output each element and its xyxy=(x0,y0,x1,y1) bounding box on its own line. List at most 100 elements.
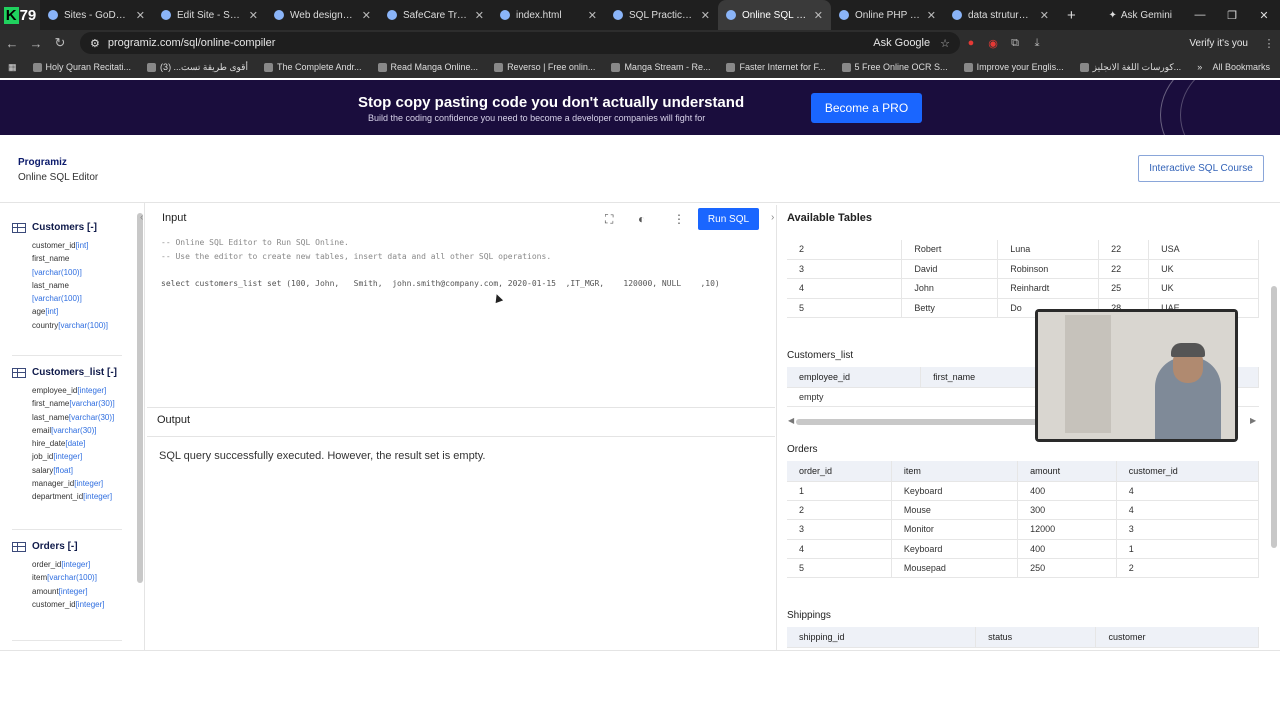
schema-field: first_name[varchar(30)] xyxy=(32,397,117,410)
table-icon xyxy=(12,367,26,378)
bookmark-item[interactable]: Read Manga Online... xyxy=(370,62,487,73)
field-name: manager_id xyxy=(32,479,75,489)
reload-icon[interactable]: ↻ xyxy=(48,35,72,51)
url-input[interactable]: ⚙ programiz.com/sql/online-compiler Ask … xyxy=(80,32,960,54)
programiz-logo[interactable]: Programiz xyxy=(18,157,67,168)
favicon-icon xyxy=(613,10,623,20)
extension-dot-icon[interactable]: ◉ xyxy=(982,37,1004,50)
code-comment-line[interactable]: -- Online SQL Editor to Run SQL Online. xyxy=(161,238,349,247)
browser-tab[interactable]: SafeCare Transpor ✕ xyxy=(379,0,492,30)
browser-tab[interactable]: Web designe agen ✕ xyxy=(266,0,379,30)
dark-mode-icon[interactable]: ◐ xyxy=(638,212,645,226)
schema-sidebar: Customers [-] customer_id[int] first_name[… xyxy=(0,203,145,650)
close-tab-icon[interactable]: ✕ xyxy=(475,9,484,22)
bookmark-label: Reverso | Free onlin... xyxy=(507,62,596,72)
scroll-right-icon[interactable]: ▶ xyxy=(1250,416,1256,425)
browser-tab[interactable]: Edit Site - SafeCar ✕ xyxy=(153,0,266,30)
extensions-puzzle-icon[interactable]: ⧉ xyxy=(1004,37,1026,50)
field-name: last_name xyxy=(32,412,69,422)
bookmark-item[interactable]: 5 Free Online OCR S... xyxy=(834,62,956,73)
close-tab-icon[interactable]: ✕ xyxy=(927,9,936,22)
schema-table-group: Customers_list [-] employee_id[integer] fi… xyxy=(12,367,117,504)
collapse-tables-icon[interactable]: › xyxy=(771,212,774,223)
close-tab-icon[interactable]: ✕ xyxy=(1040,9,1049,22)
all-bookmarks-link[interactable]: All Bookmarks xyxy=(1212,62,1280,72)
tab-label: Online SQL Editor xyxy=(742,9,808,21)
interactive-sql-course-button[interactable]: Interactive SQL Course xyxy=(1138,155,1264,182)
close-tab-icon[interactable]: ✕ xyxy=(362,9,371,22)
bookmark-label: كورسات اللغة الانجليز... xyxy=(1092,61,1182,72)
table-cell: Robinson xyxy=(997,259,1100,280)
bookmark-item[interactable]: أقوى طريقة تست... (3) xyxy=(139,62,256,73)
close-tab-icon[interactable]: ✕ xyxy=(701,9,710,22)
browser-tab[interactable]: Online SQL Editor ✕ xyxy=(718,0,831,30)
close-tab-icon[interactable]: ✕ xyxy=(588,9,597,22)
browser-tab[interactable]: data struture sql ✕ xyxy=(944,0,1057,30)
tables-scrollbar[interactable] xyxy=(1271,286,1277,548)
bookmarks-overflow-icon[interactable]: » xyxy=(1189,62,1210,72)
downloads-icon[interactable]: ⤓ xyxy=(1026,37,1048,50)
become-pro-button[interactable]: Become a PRO xyxy=(811,93,922,123)
scroll-left-icon[interactable]: ◀ xyxy=(788,416,794,425)
orders-title: Orders xyxy=(787,444,818,455)
site-info-icon[interactable]: ⚙ xyxy=(90,37,100,50)
field-type: [varchar(100)] xyxy=(58,320,109,330)
back-icon[interactable]: ← xyxy=(0,36,24,51)
bookmark-item[interactable]: كورسات اللغة الانجليز... xyxy=(1072,62,1190,73)
page-title: Online SQL Editor xyxy=(18,172,99,183)
close-tab-icon[interactable]: ✕ xyxy=(249,9,258,22)
schema-table-header[interactable]: Orders [-] xyxy=(12,541,104,552)
schema-table-header[interactable]: Customers [-] xyxy=(12,222,108,233)
code-line[interactable]: select customers_list set (100, John, Sm… xyxy=(161,279,720,288)
table-cell: 2 xyxy=(1116,558,1260,579)
apps-grid-icon[interactable]: ▦ xyxy=(0,62,25,73)
browser-tab[interactable]: index.html ✕ xyxy=(492,0,605,30)
schema-table-name: Orders [-] xyxy=(32,541,78,552)
ask-gemini-button[interactable]: ✦ Ask Gemini xyxy=(1096,10,1184,21)
sidebar-scrollbar[interactable] xyxy=(137,213,143,583)
bookmark-star-icon[interactable]: ☆ xyxy=(940,37,950,50)
field-type: [varchar(100)] xyxy=(32,267,82,277)
bookmark-label: 5 Free Online OCR S... xyxy=(854,62,948,72)
close-tab-icon[interactable]: ✕ xyxy=(814,9,823,22)
forward-icon[interactable]: → xyxy=(24,36,48,51)
minimize-icon[interactable]: — xyxy=(1184,9,1216,21)
code-comment-line[interactable]: -- Use the editor to create new tables, … xyxy=(161,252,551,261)
schema-table-header[interactable]: Customers_list [-] xyxy=(12,367,117,378)
restore-icon[interactable]: ❐ xyxy=(1216,9,1248,22)
bookmark-item[interactable]: Manga Stream - Re... xyxy=(603,62,718,73)
table-cell: Keyboard xyxy=(891,539,1019,560)
profile-verify-button[interactable]: Verify it's you xyxy=(1179,38,1258,49)
orders-table: order_id item amount customer_id 1 Keyboard 4… xyxy=(787,461,1260,579)
tab-label: SQL Practice Onlin xyxy=(629,9,695,21)
ask-google-button[interactable]: Ask Google xyxy=(873,37,930,49)
field-name: department_id xyxy=(32,492,84,502)
table-cell: 2 xyxy=(787,500,892,521)
sparkle-icon: ✦ xyxy=(1108,9,1117,21)
collapse-sidebar-icon[interactable]: ‹ xyxy=(140,212,143,223)
bookmark-item[interactable]: Improve your Englis... xyxy=(956,62,1072,73)
bookmark-item[interactable]: Holy Quran Recitati... xyxy=(25,62,140,73)
browser-tab[interactable]: Online PHP Comp ✕ xyxy=(831,0,944,30)
field-type: [integer] xyxy=(61,560,91,569)
bookmark-item[interactable]: Reverso | Free onlin... xyxy=(486,62,603,73)
browser-tab[interactable]: Sites - GoDaddy P ✕ xyxy=(40,0,153,30)
extension-record-icon[interactable]: ● xyxy=(960,37,982,49)
browser-tab[interactable]: SQL Practice Onlin ✕ xyxy=(605,0,718,30)
schema-field: [varchar(100)] xyxy=(32,266,108,279)
run-sql-button[interactable]: Run SQL xyxy=(698,208,759,230)
close-tab-icon[interactable]: ✕ xyxy=(136,9,145,22)
panel-divider[interactable] xyxy=(776,205,777,650)
overlay-badge: K 79 xyxy=(0,0,40,30)
field-name: amount xyxy=(32,586,59,596)
editor-menu-icon[interactable]: ⋮ xyxy=(673,212,685,226)
close-window-icon[interactable]: ✕ xyxy=(1248,9,1280,22)
menu-kebab-icon[interactable]: ⋮ xyxy=(1258,37,1280,50)
fullscreen-icon[interactable]: ⛶ xyxy=(605,212,613,227)
field-name: employee_id xyxy=(32,386,78,395)
bookmark-item[interactable]: The Complete Andr... xyxy=(256,62,370,73)
favicon-icon xyxy=(839,10,849,20)
bookmark-item[interactable]: Faster Internet for F... xyxy=(718,62,833,73)
new-tab-button[interactable]: + xyxy=(1057,7,1086,24)
table-cell: Luna xyxy=(997,240,1100,260)
